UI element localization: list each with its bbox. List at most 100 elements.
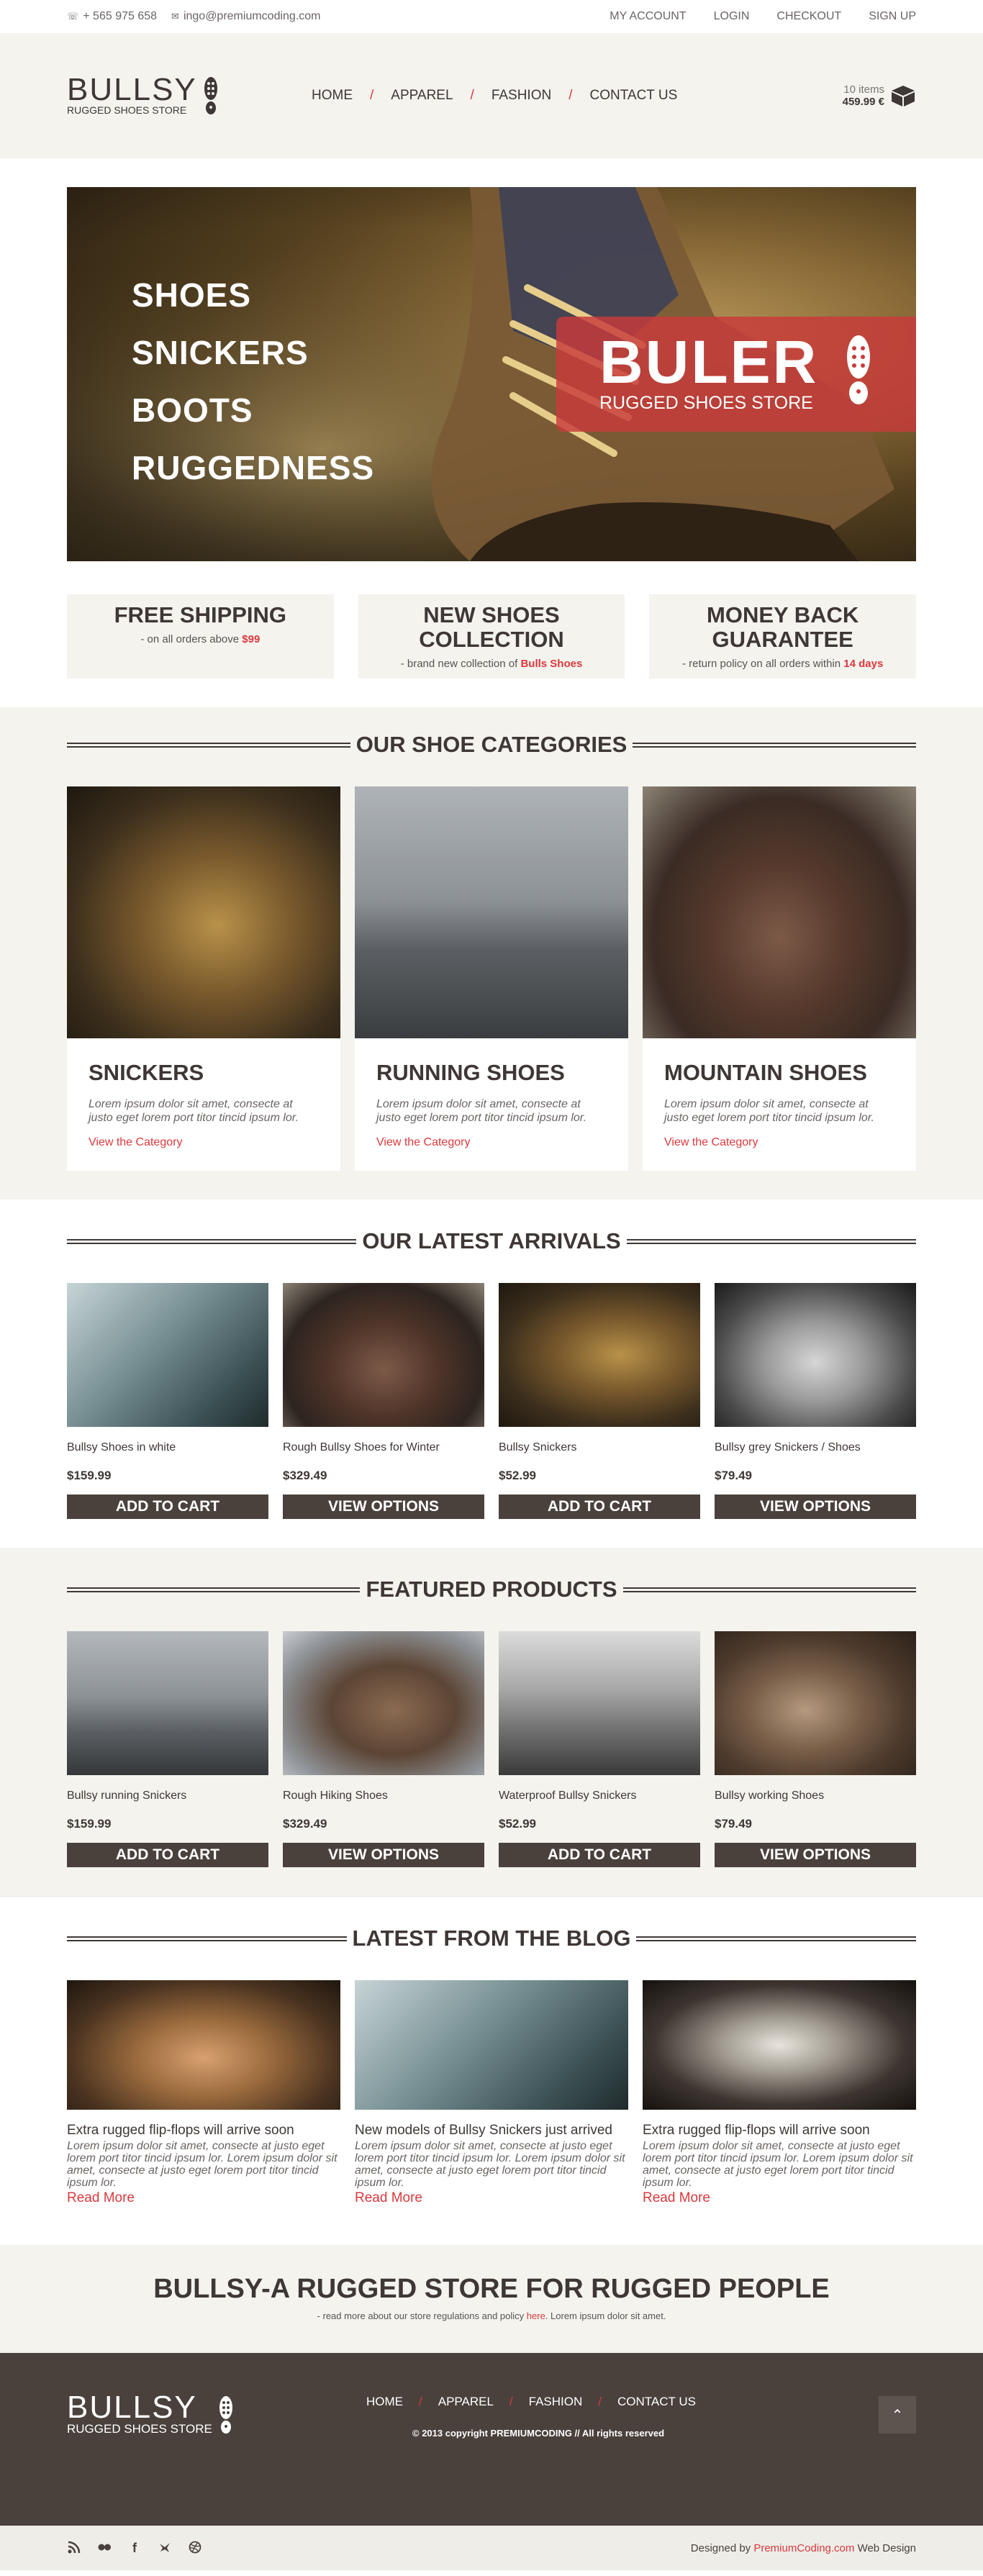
- feature-new-collection: NEW SHOES COLLECTION - brand new collect…: [358, 594, 625, 679]
- hero-word: BOOTS: [132, 391, 253, 429]
- product-name[interactable]: Bullsy Shoes in white: [67, 1441, 268, 1454]
- category-card[interactable]: MOUNTAIN SHOES Lorem ipsum dolor sit ame…: [643, 786, 916, 1171]
- product-image[interactable]: [499, 1631, 700, 1775]
- footer-logo[interactable]: BULLSY RUGGED SHOES STORE: [67, 2392, 234, 2436]
- read-more-link[interactable]: Read More: [67, 2190, 340, 2206]
- hero-word: RUGGEDNESS: [132, 449, 375, 486]
- category-text: Lorem ipsum dolor sit amet, consecte at …: [664, 1098, 874, 1124]
- product-price: $52.99: [499, 1817, 536, 1831]
- scroll-to-top-button[interactable]: ⌃: [879, 2396, 916, 2434]
- nav-separator: /: [568, 88, 573, 103]
- account-links: MY ACCOUNT LOGIN CHECKOUT SIGN UP: [610, 10, 916, 23]
- read-more-link[interactable]: Read More: [643, 2190, 916, 2206]
- logo-name: BULLSY: [67, 72, 197, 107]
- product-name[interactable]: Bullsy working Shoes: [715, 1790, 916, 1802]
- category-text: Lorem ipsum dolor sit amet, consecte at …: [89, 1098, 299, 1124]
- twitter-icon[interactable]: [158, 2541, 172, 2555]
- product-image[interactable]: [283, 1631, 484, 1775]
- blog-post: Extra rugged flip-flops will arrive soon…: [67, 1980, 340, 2206]
- blog-post-title[interactable]: Extra rugged flip-flops will arrive soon: [67, 2123, 340, 2139]
- site-logo[interactable]: BULLSY RUGGED SHOES STORE: [67, 72, 312, 116]
- product-image[interactable]: [499, 1283, 700, 1427]
- blog-post-excerpt: Lorem ipsum dolor sit amet, consecte at …: [643, 2140, 913, 2189]
- about-band: BULLSY-A RUGGED STORE FOR RUGGED PEOPLE …: [0, 2245, 983, 2353]
- product-image[interactable]: [715, 1283, 916, 1427]
- cart-items-count: 10 items: [843, 83, 884, 96]
- topbar: ☏ + 565 975 658 ✉ ingo@premiumcoding.com M…: [0, 0, 983, 33]
- category-title: RUNNING SHOES: [376, 1060, 565, 1085]
- blog-post-image[interactable]: [67, 1980, 340, 2110]
- product-image[interactable]: [67, 1631, 268, 1775]
- product-price: $159.99: [67, 1817, 112, 1831]
- cart-summary[interactable]: 10 items 459.99 €: [837, 83, 916, 108]
- footer-nav-home[interactable]: HOME: [366, 2395, 403, 2409]
- nav-contact[interactable]: CONTACT US: [590, 88, 678, 104]
- facebook-icon[interactable]: f: [127, 2541, 142, 2555]
- hero-banner[interactable]: SHOES SNICKERS BOOTS RUGGEDNESS BULER RU…: [67, 187, 916, 561]
- add-to-cart-button[interactable]: ADD TO CART: [499, 1495, 700, 1519]
- blog-post-image[interactable]: [355, 1980, 628, 2110]
- feature-title: NEW SHOES COLLECTION: [419, 602, 564, 652]
- product-card: Waterproof Bullsy Snickers $52.99 ADD TO…: [499, 1631, 700, 1867]
- footer-nav-apparel[interactable]: APPAREL: [438, 2395, 494, 2409]
- blog-post-image[interactable]: [643, 1980, 916, 2110]
- login-link[interactable]: LOGIN: [714, 10, 750, 23]
- feature-free-shipping: FREE SHIPPING - on all orders above $99: [67, 594, 334, 679]
- dribbble-icon[interactable]: [188, 2541, 202, 2555]
- social-icons: f: [67, 2541, 202, 2555]
- add-to-cart-button[interactable]: ADD TO CART: [67, 1495, 268, 1519]
- read-more-link[interactable]: Read More: [355, 2190, 628, 2206]
- category-card[interactable]: SNICKERS Lorem ipsum dolor sit amet, con…: [67, 786, 340, 1171]
- nav-separator: /: [598, 2395, 602, 2408]
- view-options-button[interactable]: VIEW OPTIONS: [715, 1843, 916, 1867]
- checkout-link[interactable]: CHECKOUT: [776, 10, 841, 23]
- product-name[interactable]: Rough Bullsy Shoes for Winter: [283, 1441, 484, 1454]
- view-options-button[interactable]: VIEW OPTIONS: [715, 1495, 916, 1519]
- category-card[interactable]: RUNNING SHOES Lorem ipsum dolor sit amet…: [355, 786, 628, 1171]
- product-card: Rough Hiking Shoes $329.49 VIEW OPTIONS: [283, 1631, 484, 1867]
- add-to-cart-button[interactable]: ADD TO CART: [499, 1843, 700, 1867]
- flickr-icon[interactable]: [97, 2541, 112, 2555]
- footer-logo-tagline: RUGGED SHOES STORE: [67, 2422, 212, 2436]
- view-options-button[interactable]: VIEW OPTIONS: [283, 1495, 484, 1519]
- bottom-bar: f Designed by PremiumCoding.com Web Desi…: [0, 2526, 983, 2570]
- product-name[interactable]: Bullsy running Snickers: [67, 1790, 268, 1802]
- view-category-link[interactable]: View the Category: [376, 1136, 607, 1149]
- add-to-cart-button[interactable]: ADD TO CART: [67, 1843, 268, 1867]
- view-options-button[interactable]: VIEW OPTIONS: [283, 1843, 484, 1867]
- view-category-link[interactable]: View the Category: [664, 1136, 894, 1149]
- premiumcoding-link[interactable]: PremiumCoding.com: [753, 2542, 854, 2554]
- product-name[interactable]: Bullsy grey Snickers / Shoes: [715, 1441, 916, 1454]
- about-title: BULLSY-A RUGGED STORE FOR RUGGED PEOPLE: [153, 2274, 830, 2304]
- signup-link[interactable]: SIGN UP: [869, 10, 916, 23]
- contact-info: ☏ + 565 975 658 ✉ ingo@premiumcoding.com: [67, 10, 320, 23]
- product-image[interactable]: [283, 1283, 484, 1427]
- product-name[interactable]: Rough Hiking Shoes: [283, 1790, 484, 1802]
- rss-icon[interactable]: [67, 2541, 81, 2555]
- hero-word: SNICKERS: [132, 334, 309, 371]
- nav-home[interactable]: HOME: [312, 88, 353, 104]
- shoe-sole-icon: [219, 2396, 232, 2434]
- my-account-link[interactable]: MY ACCOUNT: [610, 10, 686, 23]
- category-image[interactable]: [67, 786, 340, 1038]
- feature-text: - on all orders above $99: [140, 633, 261, 645]
- category-image[interactable]: [643, 786, 916, 1038]
- blog-post-title[interactable]: New models of Bullsy Snickers just arriv…: [355, 2123, 628, 2139]
- category-title: MOUNTAIN SHOES: [664, 1060, 867, 1085]
- nav-apparel[interactable]: APPAREL: [391, 88, 453, 104]
- blog-post-title[interactable]: Extra rugged flip-flops will arrive soon: [643, 2123, 916, 2139]
- product-image[interactable]: [67, 1283, 268, 1427]
- email-address[interactable]: ingo@premiumcoding.com: [184, 10, 321, 22]
- footer-nav-contact[interactable]: CONTACT US: [617, 2395, 696, 2409]
- logo-tagline: RUGGED SHOES STORE: [67, 104, 187, 116]
- email-icon: ✉: [171, 11, 179, 22]
- view-category-link[interactable]: View the Category: [89, 1136, 319, 1149]
- category-image[interactable]: [355, 786, 628, 1038]
- feature-money-back: MONEY BACK GUARANTEE - return policy on …: [649, 594, 917, 679]
- product-name[interactable]: Waterproof Bullsy Snickers: [499, 1790, 700, 1802]
- footer-nav-fashion[interactable]: FASHION: [529, 2395, 583, 2409]
- product-name[interactable]: Bullsy Snickers: [499, 1441, 700, 1454]
- nav-fashion[interactable]: FASHION: [491, 88, 551, 104]
- product-image[interactable]: [715, 1631, 916, 1775]
- about-here-link[interactable]: here: [527, 2310, 545, 2321]
